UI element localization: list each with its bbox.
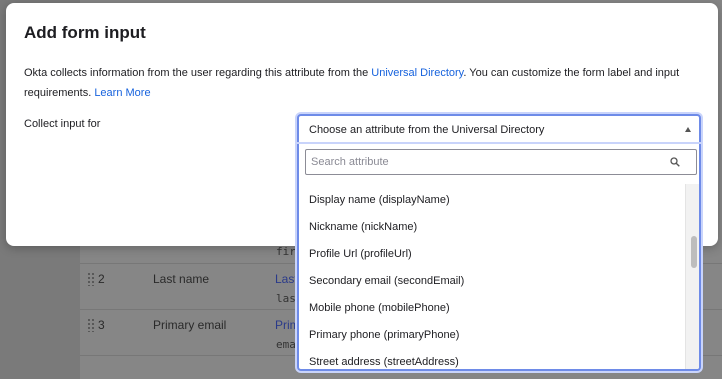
search-icon — [670, 157, 680, 167]
collect-input-label: Collect input for — [24, 118, 101, 130]
caret-up-icon — [685, 127, 691, 132]
row-label: Primary email — [153, 318, 227, 332]
dropdown-scrollbar[interactable] — [685, 184, 699, 369]
row-number: 2 — [98, 272, 105, 286]
row-label: Last name — [153, 272, 210, 286]
list-item[interactable]: Secondary email (secondEmail) — [309, 275, 464, 287]
scrollbar-thumb[interactable] — [691, 236, 697, 268]
list-item[interactable]: Nickname (nickName) — [309, 221, 417, 233]
attribute-search — [305, 149, 697, 175]
universal-directory-link[interactable]: Universal Directory — [371, 67, 463, 79]
modal-description: Okta collects information from the user … — [24, 63, 714, 103]
description-text: Okta collects information from the user … — [24, 67, 372, 79]
row-attribute-link[interactable]: Last — [275, 272, 298, 286]
row-number: 3 — [98, 318, 105, 332]
row-attribute-link[interactable]: Prim — [275, 318, 300, 332]
attribute-options-list: Display name (displayName) Nickname (nic… — [299, 186, 685, 369]
row-1-mono-partial: fir — [276, 245, 296, 258]
attribute-select-value: Choose an attribute from the Universal D… — [309, 124, 545, 136]
modal-title: Add form input — [24, 23, 146, 42]
drag-handle-icon[interactable] — [87, 318, 95, 332]
attribute-dropdown: Display name (displayName) Nickname (nic… — [297, 144, 701, 371]
list-item[interactable]: Street address (streetAddress) — [309, 356, 459, 368]
drag-handle-icon[interactable] — [87, 272, 95, 286]
list-item[interactable]: Display name (displayName) — [309, 194, 450, 206]
attribute-select[interactable]: Choose an attribute from the Universal D… — [297, 114, 701, 146]
list-item[interactable]: Profile Url (profileUrl) — [309, 248, 412, 260]
list-item[interactable]: Primary phone (primaryPhone) — [309, 329, 459, 341]
learn-more-link[interactable]: Learn More — [94, 87, 150, 99]
search-attribute-input[interactable] — [306, 150, 666, 174]
list-item[interactable]: Mobile phone (mobilePhone) — [309, 302, 450, 314]
